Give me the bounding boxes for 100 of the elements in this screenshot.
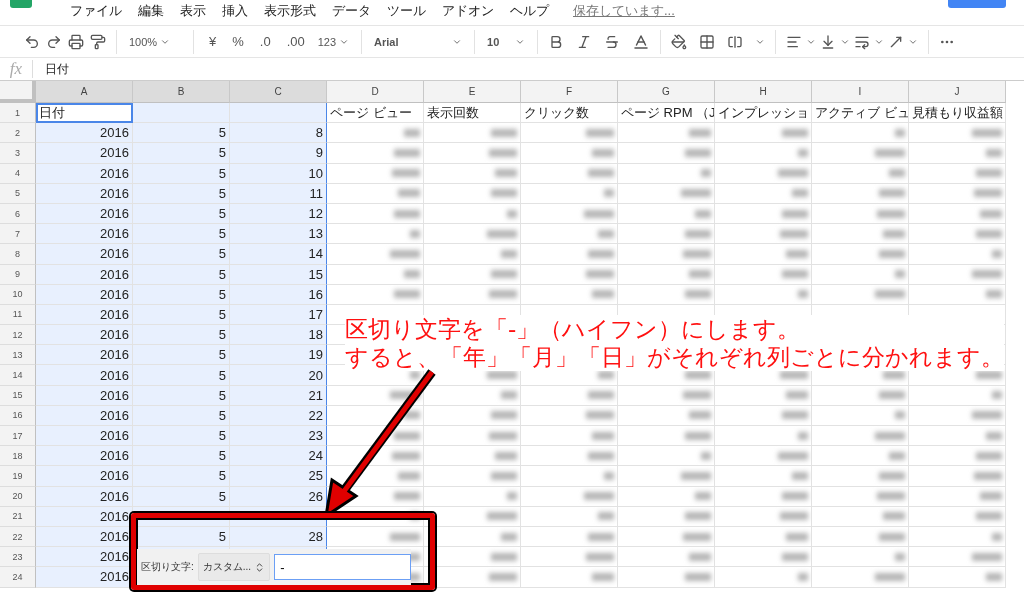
blurred-value bbox=[410, 371, 420, 380]
blurred-value bbox=[501, 249, 517, 258]
row-header[interactable]: 10 bbox=[0, 284, 36, 305]
blurred-value bbox=[782, 128, 808, 137]
row-header[interactable]: 2 bbox=[0, 123, 36, 144]
blurred-value bbox=[681, 189, 711, 198]
row-header[interactable]: 1 bbox=[0, 103, 36, 124]
blurred-value bbox=[879, 249, 905, 258]
font-size-dropdown[interactable]: 10 bbox=[485, 30, 528, 53]
row-header[interactable]: 3 bbox=[0, 143, 36, 164]
blurred-value bbox=[786, 532, 808, 541]
separator-input[interactable]: - bbox=[274, 554, 411, 580]
format-button[interactable]: .00 bbox=[281, 30, 310, 53]
blurred-value bbox=[972, 411, 1002, 420]
column-header[interactable]: A bbox=[36, 81, 133, 103]
blurred-value bbox=[489, 431, 517, 440]
font-dropdown[interactable]: Arial bbox=[372, 30, 465, 53]
row-header[interactable]: 21 bbox=[0, 506, 36, 527]
format-button[interactable]: .0 bbox=[254, 30, 276, 53]
menu-item[interactable]: 表示 bbox=[172, 0, 214, 20]
row-header[interactable]: 4 bbox=[0, 163, 36, 184]
blurred-value bbox=[491, 189, 517, 198]
table-cell: 5 bbox=[133, 203, 230, 225]
row-header[interactable]: 20 bbox=[0, 486, 36, 507]
blurred-value bbox=[695, 209, 711, 218]
column-header[interactable]: H bbox=[715, 81, 812, 103]
row-header[interactable]: 17 bbox=[0, 426, 36, 447]
blurred-value bbox=[392, 451, 420, 460]
table-cell: 2016 bbox=[36, 446, 133, 467]
row-header[interactable]: 5 bbox=[0, 183, 36, 204]
row-header[interactable]: 14 bbox=[0, 365, 36, 386]
blurred-value bbox=[986, 431, 1002, 440]
row-header[interactable]: 7 bbox=[0, 224, 36, 245]
undo-icon[interactable] bbox=[24, 33, 40, 50]
menu-item[interactable]: アドオン bbox=[434, 0, 502, 20]
number-format-dropdown[interactable]: 123 bbox=[315, 30, 352, 53]
row-header[interactable]: 16 bbox=[0, 405, 36, 426]
table-cell: 2016 bbox=[36, 123, 133, 144]
table-cell: 23 bbox=[230, 426, 327, 447]
blurred-value bbox=[598, 371, 614, 380]
blurred-value bbox=[394, 148, 420, 157]
table-cell: 見積もり収益額 bbox=[909, 103, 1006, 124]
row-header[interactable]: 19 bbox=[0, 466, 36, 487]
blurred-value bbox=[879, 391, 905, 400]
format-button[interactable]: % bbox=[227, 30, 249, 53]
row-header[interactable]: 24 bbox=[0, 567, 36, 588]
blurred-value bbox=[592, 431, 614, 440]
column-header[interactable]: G bbox=[618, 81, 715, 103]
blurred-value bbox=[685, 229, 711, 238]
row-header[interactable]: 6 bbox=[0, 203, 36, 225]
row-header[interactable]: 8 bbox=[0, 244, 36, 265]
format-button[interactable]: ¥ bbox=[204, 30, 222, 53]
strikethrough-icon[interactable] bbox=[604, 33, 621, 50]
row-header[interactable]: 18 bbox=[0, 446, 36, 467]
row-header[interactable]: 13 bbox=[0, 345, 36, 366]
menu-item[interactable]: ヘルプ bbox=[502, 0, 557, 20]
blurred-value bbox=[598, 512, 614, 521]
zoom-dropdown[interactable]: 100% bbox=[127, 30, 183, 53]
menu-item[interactable]: 挿入 bbox=[214, 0, 256, 20]
blurred-value bbox=[875, 148, 905, 157]
column-header[interactable]: B bbox=[133, 81, 230, 103]
column-header[interactable]: J bbox=[909, 81, 1006, 103]
borders-icon[interactable] bbox=[699, 33, 716, 50]
formula-value[interactable]: 日付 bbox=[33, 60, 69, 78]
table-cell: 2016 bbox=[36, 405, 133, 426]
blurred-value bbox=[681, 471, 711, 480]
column-header[interactable]: D bbox=[327, 81, 424, 103]
table-cell: クリック数 bbox=[521, 103, 618, 124]
blurred-value bbox=[598, 229, 614, 238]
row-header[interactable]: 22 bbox=[0, 526, 36, 548]
column-header[interactable]: F bbox=[521, 81, 618, 103]
menu-item[interactable]: ファイル bbox=[62, 0, 130, 20]
blurred-value bbox=[780, 371, 808, 380]
table-cell: 2016 bbox=[36, 244, 133, 265]
row-header[interactable]: 15 bbox=[0, 385, 36, 406]
blurred-value bbox=[588, 532, 614, 541]
row-header[interactable]: 12 bbox=[0, 325, 36, 346]
table-cell: 11 bbox=[230, 183, 327, 204]
table-cell: 2016 bbox=[36, 163, 133, 184]
text-color-icon[interactable] bbox=[632, 32, 651, 51]
redo-icon[interactable] bbox=[46, 33, 62, 50]
paint-format-icon[interactable] bbox=[90, 33, 106, 50]
row-header[interactable]: 23 bbox=[0, 547, 36, 568]
table-cell: 5 bbox=[133, 284, 230, 305]
column-header[interactable]: I bbox=[812, 81, 909, 103]
row-header[interactable]: 11 bbox=[0, 304, 36, 326]
merge-cells-icon[interactable] bbox=[727, 33, 744, 50]
separator-select[interactable]: カスタム... bbox=[197, 553, 271, 581]
menu-item[interactable]: データ bbox=[324, 0, 379, 20]
blurred-value bbox=[390, 391, 420, 400]
column-header[interactable]: C bbox=[230, 81, 327, 103]
blurred-value bbox=[792, 189, 808, 198]
print-icon[interactable] bbox=[68, 33, 84, 50]
fill-color-icon[interactable] bbox=[671, 33, 688, 50]
blurred-value bbox=[588, 169, 614, 178]
menu-item[interactable]: ツール bbox=[379, 0, 434, 20]
menu-item[interactable]: 表示形式 bbox=[256, 0, 324, 20]
row-header[interactable]: 9 bbox=[0, 264, 36, 285]
menu-item[interactable]: 編集 bbox=[130, 0, 172, 20]
column-header[interactable]: E bbox=[424, 81, 521, 103]
